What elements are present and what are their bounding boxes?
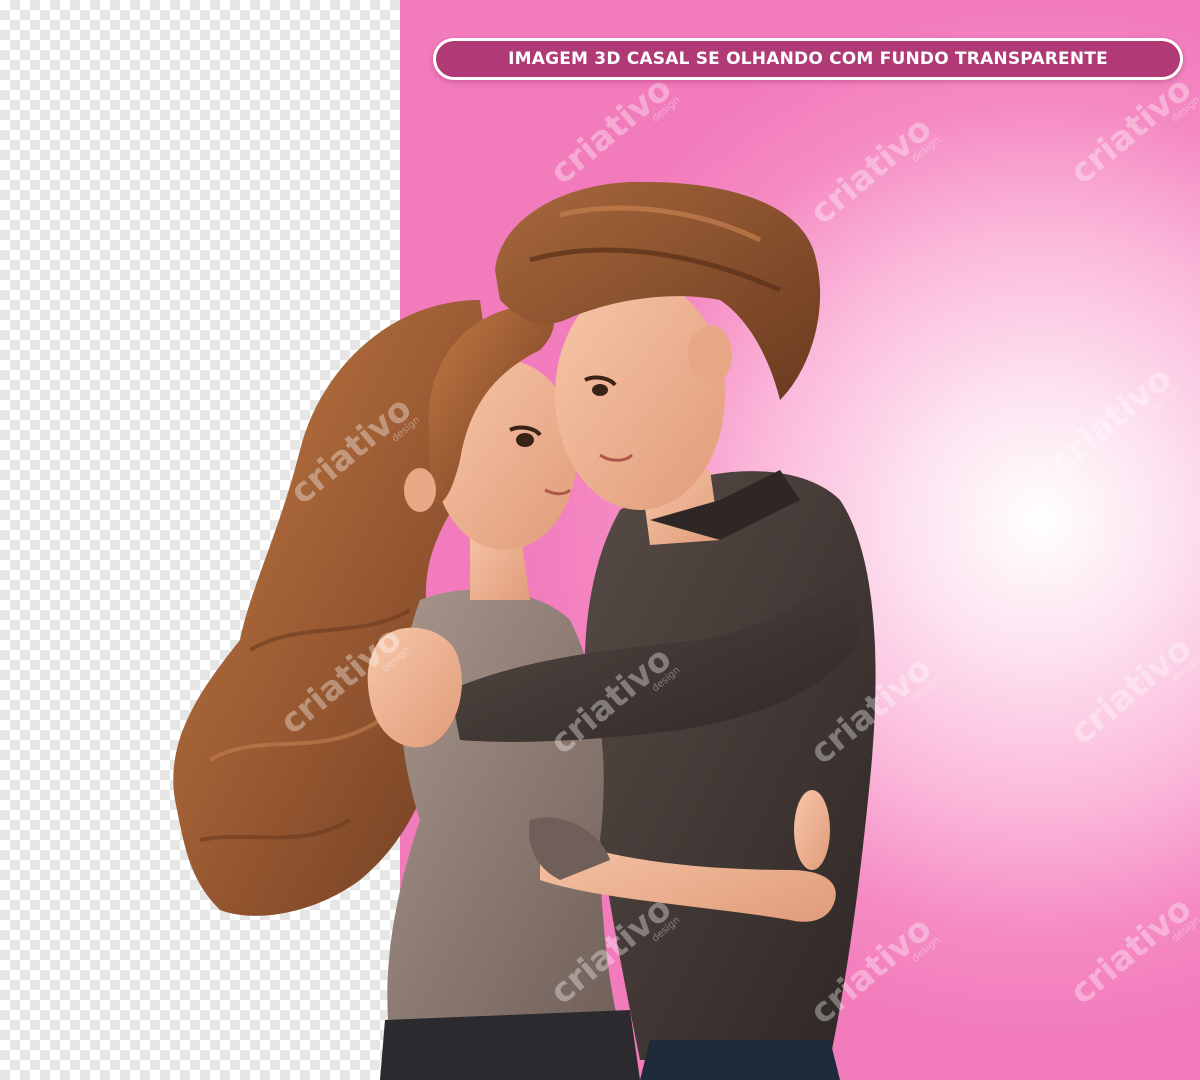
man-pants [640,1040,840,1080]
couple-illustration [173,181,876,1080]
man-torso [584,471,876,1060]
image-canvas: criativo design criativo design criativo… [0,0,1200,1080]
title-banner: IMAGEM 3D CASAL SE OLHANDO COM FUNDO TRA… [433,38,1183,80]
title-banner-text: IMAGEM 3D CASAL SE OLHANDO COM FUNDO TRA… [508,49,1108,69]
man-face [555,280,725,510]
woman-pants [380,1010,640,1080]
